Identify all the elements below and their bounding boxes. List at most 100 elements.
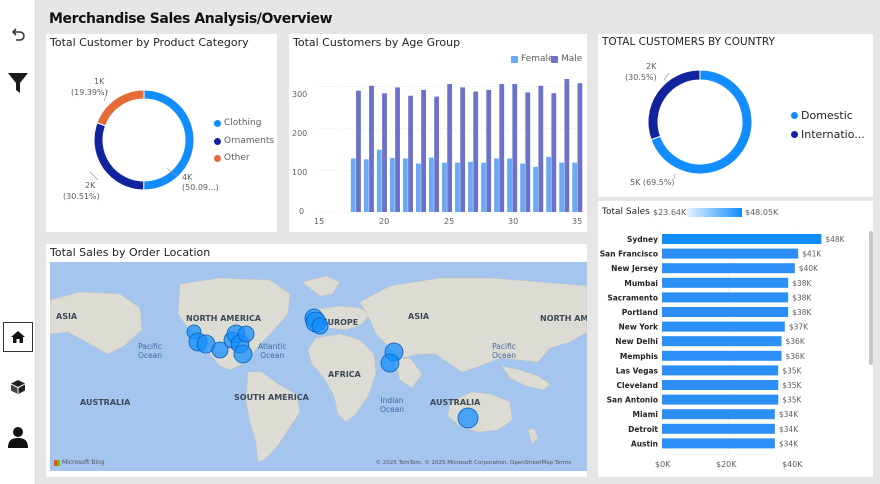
legend-dot [791,131,798,138]
sales-bar[interactable] [662,380,779,390]
city-label: Las Vegas [616,366,659,375]
sales-bar[interactable] [662,307,789,317]
map-attribution[interactable]: © 2025 TomTom, © 2025 Microsoft Corporat… [376,460,572,466]
bar-female[interactable] [481,162,486,212]
scrollbar[interactable] [869,231,873,365]
bar-male[interactable] [473,91,479,212]
bar-female[interactable] [559,162,565,212]
map-logo-text: Microsoft Bing [62,459,105,466]
city-label: New York [619,323,659,332]
category-donut-card[interactable]: Total Customer by Product Category 1K (1… [46,34,277,232]
legend-item-ornaments[interactable]: Ornaments [214,136,274,146]
bar-female[interactable] [415,163,421,212]
bar-male[interactable] [447,84,453,212]
legend-label: Internatio... [801,128,865,141]
sales-bar[interactable] [662,438,775,449]
bar-male[interactable] [434,96,440,212]
sales-value-label: $36K [786,352,806,361]
x-tick: $20K [716,460,737,469]
sales-bar[interactable] [662,234,822,244]
sales-bar[interactable] [662,263,795,274]
sales-bar[interactable] [662,277,789,288]
filter-button[interactable] [3,68,33,98]
bar-male[interactable] [395,87,400,212]
bar-male[interactable] [356,90,361,212]
map-bubble[interactable] [233,344,253,364]
category-donut[interactable] [93,89,195,191]
legend-label: Clothing [224,118,262,128]
slice-label-domestic: 5K (69.5%) [630,178,675,187]
bar-female[interactable] [429,157,434,212]
sales-bar[interactable] [662,423,775,434]
bar-male[interactable] [512,84,518,212]
bar-male[interactable] [460,87,466,212]
sales-bar[interactable] [662,336,782,347]
country-donut[interactable] [647,69,753,175]
sales-bar[interactable] [662,394,779,405]
bar-male[interactable] [408,95,413,212]
legend-item-international[interactable]: Internatio... [791,128,865,141]
bar-female[interactable] [572,162,578,212]
country-donut-card[interactable]: TOTAL CUSTOMERS BY COUNTRY 2K (30.5%) 5K… [598,34,873,197]
slice-label-clothing-pct: (50.09...) [182,183,219,192]
sales-map-card[interactable]: Total Sales by Order Location ASIA NORTH… [46,244,587,477]
bar-female[interactable] [376,149,382,212]
home-button[interactable] [3,322,33,352]
bar-female[interactable] [546,156,552,212]
sales-bar[interactable] [662,248,799,259]
sales-map[interactable]: ASIA NORTH AMERICA EUROPE ASIA NORTH AME… [50,262,587,471]
map-bubble[interactable] [457,407,479,429]
bar-male[interactable] [538,85,544,212]
bar-male[interactable] [525,92,531,212]
bar-female[interactable] [533,166,539,212]
bar-female[interactable] [455,162,460,212]
x-tick: 20 [379,217,390,226]
age-group-chart-card[interactable]: Total Customers by Age Group Female Male… [289,34,587,232]
sales-bar[interactable] [662,409,775,420]
bar-female[interactable] [520,163,525,212]
legend-item-domestic[interactable]: Domestic [791,109,853,122]
bar-female[interactable] [494,158,499,212]
legend-item-clothing[interactable]: Clothing [214,118,261,128]
map-bubble[interactable] [311,317,329,335]
sales-value-label: $36K [786,337,806,346]
customers-button[interactable] [3,422,33,452]
sales-by-city-card[interactable]: Total Sales $23.64K $48.05K Sydney $48K Sa… [598,201,873,477]
bar-female[interactable] [350,158,356,212]
map-bubble[interactable] [380,353,400,373]
bar-male[interactable] [577,83,583,212]
bar-female[interactable] [507,158,512,212]
bar-male[interactable] [551,93,557,212]
x-tick: 25 [444,217,455,226]
bar-female[interactable] [468,161,473,212]
bar-female[interactable] [389,158,395,212]
sales-bar[interactable] [662,292,789,303]
undo-button[interactable] [3,20,33,50]
bar-female[interactable] [402,158,408,212]
slice-label-clothing-value: 4K [182,173,193,182]
products-button[interactable] [3,372,33,402]
x-tick: $40K [782,460,803,469]
bar-male[interactable] [564,79,570,212]
sales-value-label: $35K [782,381,802,390]
bar-male[interactable] [421,89,426,212]
city-label: Sacramento [607,293,658,302]
sales-value-label: $34K [779,439,799,448]
bar-female[interactable] [442,162,447,212]
bar-male[interactable] [382,93,387,212]
sales-bar[interactable] [662,365,779,376]
bar-male[interactable] [486,89,492,212]
sales-bar[interactable] [662,321,785,332]
city-label: New Delhi [615,337,658,346]
donut-slice-ornaments[interactable] [93,122,145,191]
undo-icon [11,28,25,41]
bar-male[interactable] [369,85,374,212]
sales-bar[interactable] [662,350,782,361]
legend-item-other[interactable]: Other [214,153,250,163]
city-label: Sydney [627,235,658,244]
city-label: Austin [631,439,658,448]
map-bubble[interactable] [237,325,255,343]
bar-female[interactable] [363,159,369,212]
bar-male[interactable] [499,84,505,212]
city-label: New Jersey [611,264,658,273]
